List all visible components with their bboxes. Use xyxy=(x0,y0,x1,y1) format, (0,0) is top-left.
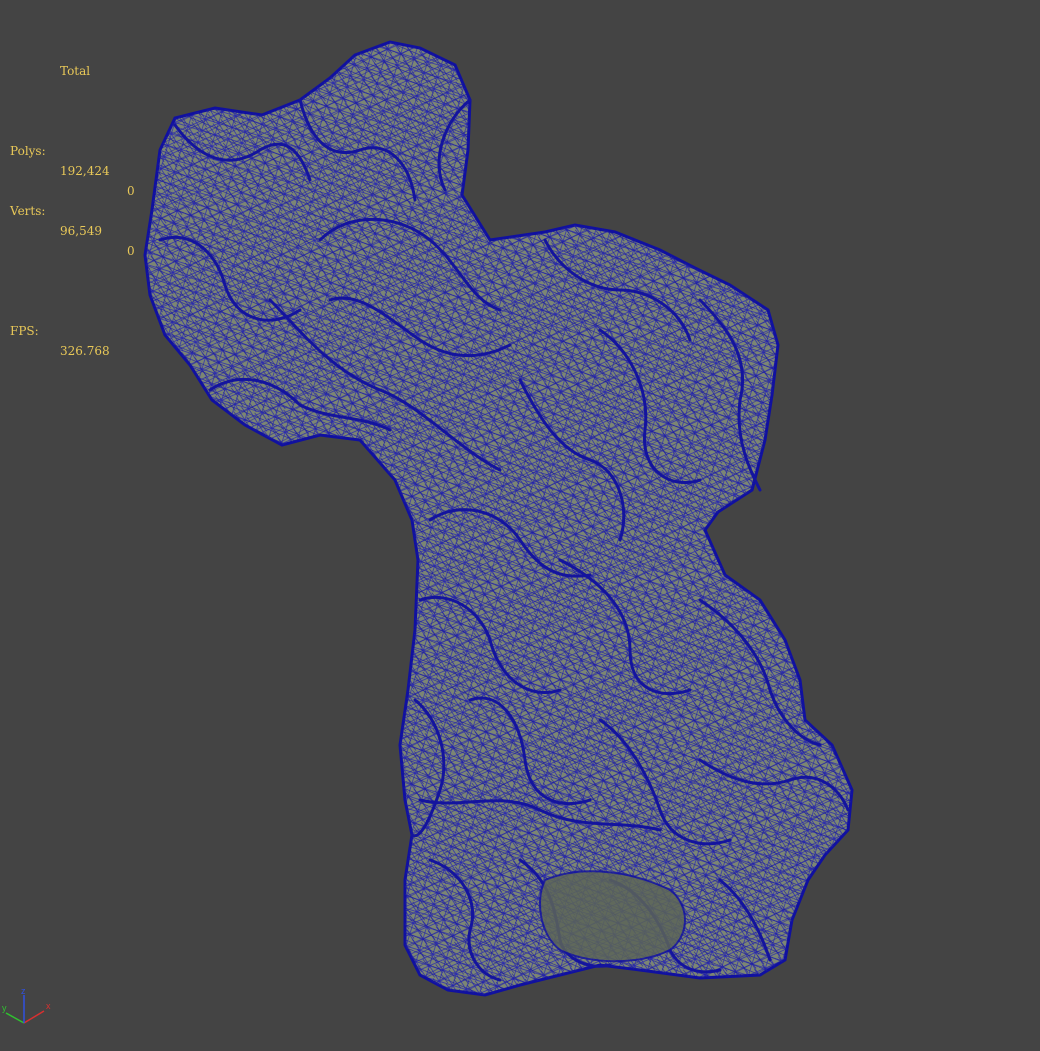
verts-label: Verts: xyxy=(10,204,46,218)
polys-total-value: 192,424 xyxy=(60,164,110,178)
polys-selected-value: 0 xyxy=(127,184,135,198)
perspective-viewport[interactable]: Total Polys: 192,424 0 Verts: 96,549 0 F… xyxy=(0,0,1040,1051)
axis-x-label: x xyxy=(46,1001,51,1011)
axis-z-label: z xyxy=(21,986,26,996)
fps-value: 326.768 xyxy=(60,344,110,358)
polys-label: Polys: xyxy=(10,144,46,158)
verts-total-value: 96,549 xyxy=(60,224,102,238)
axis-y-label: y xyxy=(2,1003,7,1013)
verts-selected-value: 0 xyxy=(127,244,135,258)
fps-label: FPS: xyxy=(10,324,39,338)
viewport-statistics: Total Polys: 192,424 0 Verts: 96,549 0 F… xyxy=(10,21,135,361)
stats-header: Total xyxy=(60,64,91,78)
rock-mesh[interactable] xyxy=(0,0,1040,1051)
axis-tripod-icon: x y z xyxy=(2,986,51,1024)
